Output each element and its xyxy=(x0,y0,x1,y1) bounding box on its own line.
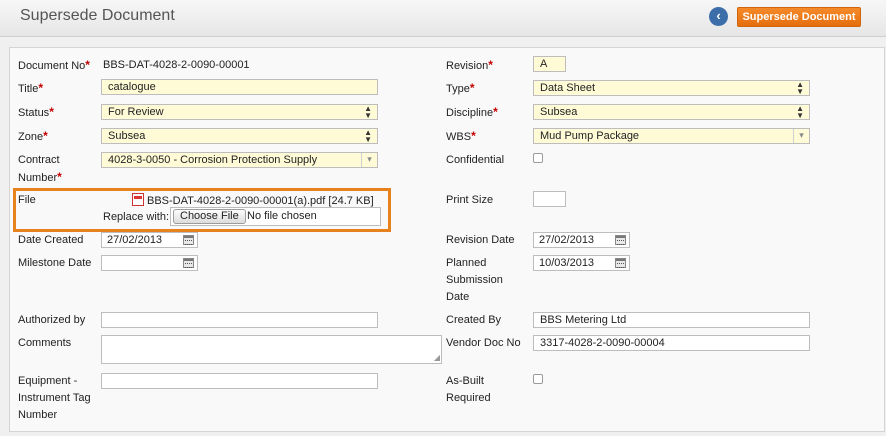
created-by-input[interactable]: BBS Metering Ltd xyxy=(533,312,810,328)
comments-label: Comments xyxy=(18,337,72,349)
combo-dropdown-icon: ▾ xyxy=(361,153,377,167)
combo-dropdown-icon: ▾ xyxy=(793,129,809,143)
as-built-required-checkbox[interactable] xyxy=(533,374,543,384)
chevron-left-icon: ‹ xyxy=(716,8,721,23)
select-arrows-icon: ▲ ▼ xyxy=(796,80,804,96)
confidential-checkbox[interactable] xyxy=(533,153,543,163)
back-button[interactable]: ‹ xyxy=(709,7,728,26)
select-arrows-icon: ▲ ▼ xyxy=(796,104,804,120)
revision-input[interactable]: A xyxy=(533,56,566,72)
supersede-document-button[interactable]: Supersede Document xyxy=(737,7,861,27)
date-created-label: Date Created xyxy=(18,234,84,246)
select-arrows-icon: ▲ ▼ xyxy=(364,128,372,144)
authorized-by-label: Authorized by xyxy=(18,314,86,326)
no-file-chosen-text: No file chosen xyxy=(247,210,317,222)
authorized-by-input[interactable] xyxy=(101,312,378,328)
wbs-label: WBS* xyxy=(446,129,476,143)
type-select[interactable]: Data Sheet ▲ ▼ xyxy=(533,80,810,96)
vendor-doc-no-input[interactable]: 3317-4028-2-0090-00004 xyxy=(533,335,810,351)
type-label: Type* xyxy=(446,81,475,95)
contract-number-combobox[interactable]: 4028-3-0050 - Corrosion Protection Suppl… xyxy=(101,152,378,168)
status-label: Status* xyxy=(18,105,54,119)
planned-submission-date-value: 10/03/2013 xyxy=(539,257,595,269)
discipline-select[interactable]: Subsea ▲ ▼ xyxy=(533,104,810,120)
date-created-value: 27/02/2013 xyxy=(107,234,163,246)
zone-select[interactable]: Subsea ▲ ▼ xyxy=(101,128,378,144)
calendar-icon[interactable] xyxy=(615,235,626,245)
zone-label: Zone* xyxy=(18,129,48,143)
milestone-date-label: Milestone Date xyxy=(18,257,92,269)
contract-number-combobox-value: 4028-3-0050 - Corrosion Protection Suppl… xyxy=(108,154,318,166)
revision-date-input[interactable]: 27/02/2013 xyxy=(533,232,630,248)
file-label: File xyxy=(18,194,36,206)
discipline-select-value: Subsea xyxy=(540,106,578,118)
created-by-label: Created By xyxy=(446,314,502,326)
comments-textarea[interactable]: ◢ xyxy=(101,335,442,364)
document-no-value: BBS-DAT-4028-2-0090-00001 xyxy=(103,59,250,71)
print-size-input[interactable] xyxy=(533,191,566,207)
choose-file-button[interactable]: Choose File xyxy=(173,209,246,224)
type-select-value: Data Sheet xyxy=(540,82,596,94)
discipline-label: Discipline* xyxy=(446,105,498,119)
page-header: Supersede Document ‹ Supersede Document xyxy=(0,0,886,37)
planned-submission-date-input[interactable]: 10/03/2013 xyxy=(533,255,630,271)
page-title: Supersede Document xyxy=(20,7,175,24)
file-upload-input[interactable]: Choose File No file chosen xyxy=(170,207,381,226)
revision-label: Revision* xyxy=(446,58,493,72)
as-built-required-label: As-Built Required xyxy=(446,375,491,404)
calendar-icon[interactable] xyxy=(615,258,626,268)
calendar-icon[interactable] xyxy=(183,258,194,268)
revision-date-value: 27/02/2013 xyxy=(539,234,595,246)
revision-date-label: Revision Date xyxy=(446,234,515,246)
wbs-combobox-value: Mud Pump Package xyxy=(540,130,640,142)
resize-grip-icon[interactable]: ◢ xyxy=(434,354,440,362)
equipment-tag-input[interactable] xyxy=(101,373,378,389)
confidential-label: Confidential xyxy=(446,154,505,166)
status-select[interactable]: For Review ▲ ▼ xyxy=(101,104,378,120)
print-size-label: Print Size xyxy=(446,194,494,206)
wbs-combobox[interactable]: Mud Pump Package ▾ xyxy=(533,128,810,144)
select-arrows-icon: ▲ ▼ xyxy=(364,104,372,120)
date-created-input[interactable]: 27/02/2013 xyxy=(101,232,198,248)
title-label: Title* xyxy=(18,81,44,95)
title-input[interactable]: catalogue xyxy=(101,79,378,95)
status-select-value: For Review xyxy=(108,106,164,118)
equipment-tag-label: Equipment - Instrument Tag Number xyxy=(18,375,91,421)
milestone-date-input[interactable] xyxy=(101,255,198,271)
pdf-file-icon xyxy=(132,193,144,206)
zone-select-value: Subsea xyxy=(108,130,146,142)
current-file-link[interactable]: BBS-DAT-4028-2-0090-00001(a).pdf [24.7 K… xyxy=(147,195,374,207)
contract-number-label: Contract Number* xyxy=(18,154,62,184)
calendar-icon[interactable] xyxy=(183,235,194,245)
replace-with-label: Replace with: xyxy=(103,211,170,223)
vendor-doc-no-label: Vendor Doc No xyxy=(446,337,521,349)
document-no-label: Document No* xyxy=(18,58,90,72)
planned-submission-date-label: Planned Submission Date xyxy=(446,257,503,303)
